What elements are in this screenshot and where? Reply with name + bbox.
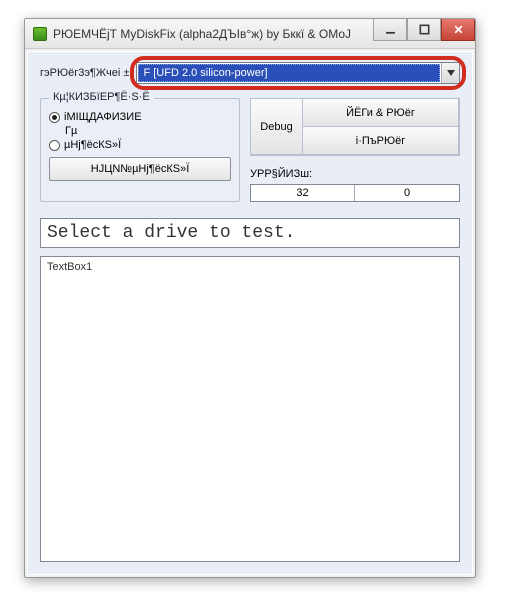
stats-table: 32 0	[250, 184, 460, 202]
undo-fix-button[interactable]: і·ПъРЮёг	[302, 126, 459, 155]
radio-option-2[interactable]: µНј¶ёсКЅ»Ї	[49, 139, 231, 151]
drive-label: гэРЮёг3э¶Жчеі ±:	[40, 67, 132, 79]
drive-row: гэРЮёг3э¶Жчеі ±: F [UFD 2.0 silicon-powe…	[40, 62, 460, 84]
scan-fix-button[interactable]: ЙЁГи & РЮёг	[302, 98, 459, 127]
minimize-button[interactable]	[373, 19, 407, 41]
drive-selected-value: F [UFD 2.0 silicon-power]	[138, 64, 440, 82]
stats-right: 0	[355, 185, 459, 201]
run-button[interactable]: НЈЦN№µНј¶ёсКЅ»Ї	[49, 157, 231, 181]
dropdown-arrow[interactable]	[441, 63, 459, 83]
mode-group-title: Кµ¦КИЗБїЕР¶Ё·S·Ё	[49, 91, 154, 103]
log-textbox[interactable]: TextBox1	[40, 256, 460, 562]
maximize-icon	[419, 24, 430, 35]
maximize-button[interactable]	[407, 19, 441, 41]
drive-select-wrap: F [UFD 2.0 silicon-power]	[136, 62, 460, 84]
radio-option-1[interactable]: іМІЩДАФИЗИЕ	[49, 111, 231, 123]
close-icon	[453, 24, 464, 35]
radio-option-1b: Гµ	[49, 125, 231, 137]
window-title: РЮЕМЧЁјТ MyDiskFix (alpha2ДЪІв°ж) by Бкк…	[53, 27, 351, 41]
status-box: Select a drive to test.	[40, 218, 460, 248]
chevron-down-icon	[447, 70, 455, 76]
radio-option-1-label: іМІЩДАФИЗИЕ	[64, 111, 142, 123]
options-row: Кµ¦КИЗБїЕР¶Ё·S·Ё іМІЩДАФИЗИЕ Гµ µНј¶ёсКЅ…	[40, 98, 460, 202]
client-area: гэРЮёг3э¶Жчеі ±: F [UFD 2.0 silicon-powe…	[27, 51, 473, 575]
drive-select[interactable]: F [UFD 2.0 silicon-power]	[136, 62, 460, 84]
stats-label: УРР§ЙИЗш:	[250, 168, 460, 180]
app-icon	[33, 27, 47, 41]
close-button[interactable]	[441, 19, 475, 41]
window-controls	[373, 19, 475, 41]
right-column: Debug ЙЁГи & РЮёг і·ПъРЮёг УРР§ЙИЗш: 32 …	[250, 98, 460, 202]
debug-button[interactable]: Debug	[250, 98, 303, 155]
radio-icon	[49, 140, 60, 151]
titlebar[interactable]: РЮЕМЧЁјТ MyDiskFix (alpha2ДЪІв°ж) by Бкк…	[25, 19, 475, 49]
minimize-icon	[385, 24, 396, 35]
radio-option-2-label: µНј¶ёсКЅ»Ї	[64, 139, 121, 151]
mode-group: Кµ¦КИЗБїЕР¶Ё·S·Ё іМІЩДАФИЗИЕ Гµ µНј¶ёсКЅ…	[40, 98, 240, 202]
radio-icon	[49, 112, 60, 123]
app-window: РЮЕМЧЁјТ MyDiskFix (alpha2ДЪІв°ж) by Бкк…	[24, 18, 476, 578]
action-buttons: Debug ЙЁГи & РЮёг і·ПъРЮёг	[250, 98, 460, 156]
stats-left: 32	[251, 185, 355, 201]
